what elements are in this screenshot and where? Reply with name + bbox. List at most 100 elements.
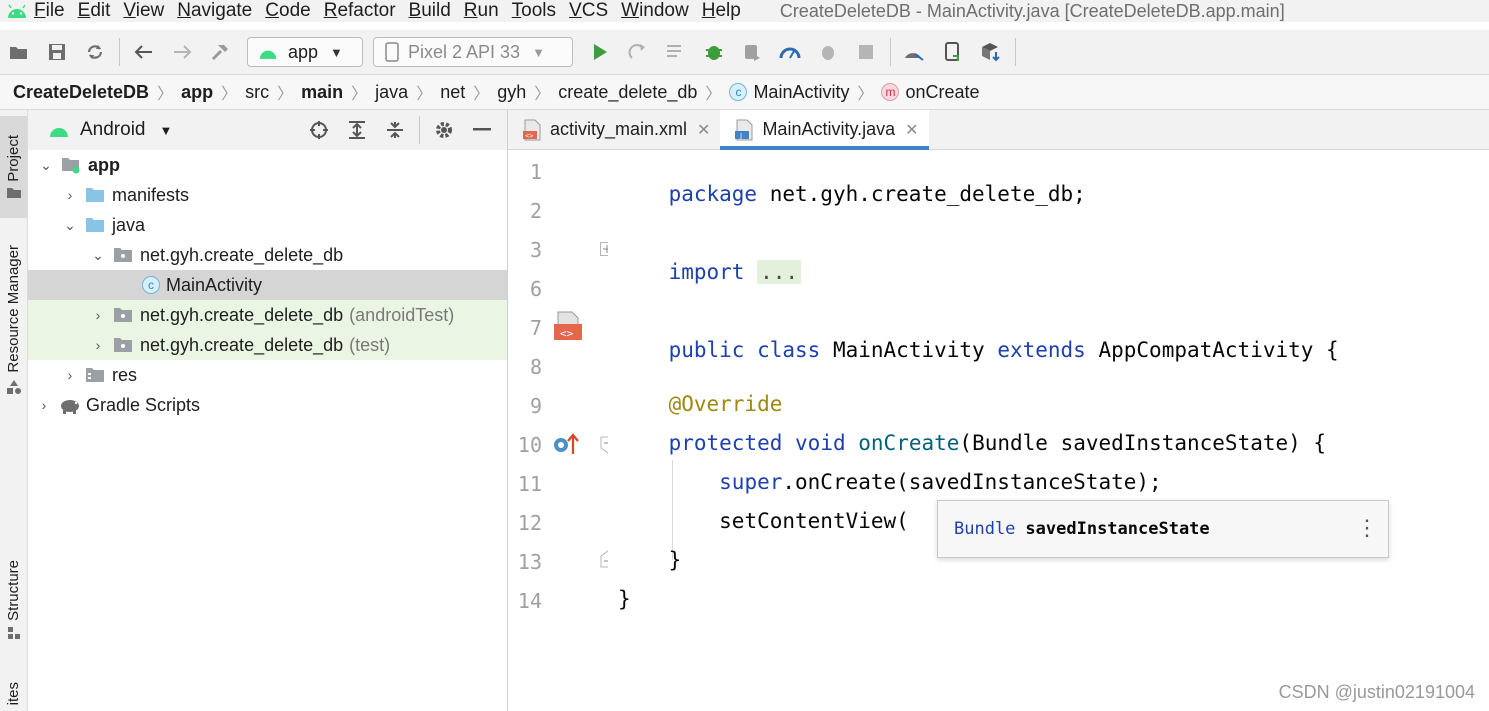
menu-refactor[interactable]: Refactor — [324, 0, 396, 22]
device-combo[interactable]: Pixel 2 API 33 ▼ — [373, 37, 573, 67]
line-number: 13 — [517, 550, 542, 574]
locate-target-icon[interactable] — [300, 115, 338, 145]
stop-icon[interactable] — [847, 37, 885, 67]
folded-imports[interactable]: ... — [757, 260, 802, 284]
chevron-right-icon[interactable]: › — [60, 367, 80, 383]
back-arrow-icon[interactable] — [125, 37, 163, 67]
layout-xml-gutter-icon[interactable]: <> — [552, 310, 584, 347]
chevron-down-icon[interactable]: ⌄ — [60, 217, 80, 234]
close-icon[interactable]: ✕ — [905, 120, 918, 140]
tree-item-package[interactable]: ⌄ net.gyh.create_delete_db — [28, 240, 507, 270]
structure-icon — [7, 627, 20, 640]
minimize-icon[interactable] — [463, 115, 501, 145]
sdk-manager-icon[interactable] — [934, 37, 972, 67]
code-editor[interactable]: package net.gyh.create_delete_db; import… — [608, 150, 1489, 711]
chevron-right-icon[interactable]: › — [34, 397, 54, 413]
apply-code-changes-icon[interactable] — [657, 37, 695, 67]
tree-item-java[interactable]: ⌄ java — [28, 210, 507, 240]
breadcrumb-package[interactable]: create_delete_db — [558, 82, 697, 103]
run-config-combo[interactable]: app ▼ — [247, 37, 363, 67]
menu-edit[interactable]: Edit — [78, 0, 111, 22]
menu-run[interactable]: Run — [464, 0, 499, 22]
breadcrumb-main[interactable]: main — [301, 82, 343, 103]
watermark: CSDN @justin02191004 — [1278, 682, 1475, 702]
run-play-icon[interactable] — [581, 37, 619, 67]
breadcrumb-module[interactable]: app — [181, 82, 213, 103]
gear-icon[interactable] — [425, 115, 463, 145]
menu-file[interactable]: File — [34, 0, 65, 22]
tree-item-app[interactable]: ⌄ app — [28, 150, 507, 180]
structure-tool-tab[interactable]: Structure — [0, 548, 27, 652]
attach-debugger-icon[interactable] — [733, 37, 771, 67]
chevron-right-icon[interactable]: › — [88, 337, 108, 353]
line-number: 6 — [529, 277, 542, 301]
breadcrumb-net[interactable]: net — [440, 82, 465, 103]
folder-icon — [6, 188, 21, 199]
tree-item-package-androidtest[interactable]: › net.gyh.create_delete_db (androidTest) — [28, 300, 507, 330]
debug-bug-icon[interactable] — [695, 37, 733, 67]
method-icon: m — [881, 83, 900, 101]
resource-manager-tool-tab[interactable]: Resource Manager — [0, 232, 27, 408]
breadcrumb-method[interactable]: m onCreate — [881, 81, 980, 103]
project-tool-tab[interactable]: Project — [0, 116, 27, 218]
menu-tools[interactable]: Tools — [512, 0, 556, 22]
expand-all-icon[interactable] — [338, 115, 376, 145]
android-icon — [259, 50, 277, 59]
chevron-down-icon[interactable]: ⌄ — [36, 157, 56, 174]
tree-item-label: manifests — [112, 184, 190, 205]
window-title: CreateDeleteDB - MainActivity.java [Crea… — [779, 0, 1285, 21]
editor-gutter: 1 2 3 6 7 8 9 10 11 12 13 14 <> — [508, 150, 616, 711]
tab-activity-main-xml[interactable]: <> activity_main.xml ✕ — [508, 110, 720, 149]
breadcrumb-project[interactable]: CreateDeleteDB — [13, 82, 149, 103]
line-number: 10 — [517, 433, 542, 457]
line-number: 9 — [529, 394, 542, 418]
breadcrumb-gyh[interactable]: gyh — [497, 82, 526, 103]
favorites-tool-tab[interactable]: ites — [0, 676, 27, 711]
device-manager-icon[interactable] — [896, 37, 934, 67]
chevron-down-icon[interactable]: ⌄ — [88, 247, 108, 264]
menu-help[interactable]: Help — [702, 0, 741, 22]
override-method-gutter-icon[interactable] — [552, 432, 580, 461]
menu-vcs[interactable]: VCS — [569, 0, 608, 22]
layout-inspector-icon[interactable] — [809, 37, 847, 67]
menu-build[interactable]: Build — [409, 0, 451, 22]
package-download-icon[interactable] — [972, 37, 1010, 67]
sync-icon[interactable] — [76, 37, 114, 67]
breadcrumb-java[interactable]: java — [375, 82, 408, 103]
apply-changes-icon[interactable] — [619, 37, 657, 67]
line-number: 14 — [517, 589, 542, 613]
menu-code[interactable]: Code — [265, 0, 310, 22]
collapse-all-icon[interactable] — [376, 115, 414, 145]
close-icon[interactable]: ✕ — [697, 120, 710, 140]
profiler-icon[interactable] — [771, 37, 809, 67]
tree-item-label: app — [88, 154, 121, 175]
tree-item-gradle-scripts[interactable]: › Gradle Scripts — [28, 390, 507, 420]
toolbar-separator — [1015, 38, 1016, 66]
code-line-12: setContentView( — [719, 509, 909, 533]
tree-item-mainactivity[interactable]: c MainActivity — [28, 270, 507, 300]
menu-window[interactable]: Window — [621, 0, 689, 22]
menu-navigate[interactable]: Navigate — [177, 0, 252, 22]
tab-label: MainActivity.java — [762, 119, 896, 139]
tree-item-package-test[interactable]: › net.gyh.create_delete_db (test) — [28, 330, 507, 360]
menu-bar: File Edit View Navigate Code Refactor Bu… — [0, 0, 1489, 22]
breadcrumb-src[interactable]: src — [245, 82, 269, 103]
chevron-down-icon[interactable]: ▼ — [160, 123, 173, 138]
forward-arrow-icon[interactable] — [163, 37, 201, 67]
line-number: 11 — [517, 472, 542, 496]
tree-item-res[interactable]: › res — [28, 360, 507, 390]
folder-icon — [84, 185, 106, 205]
project-view-selector[interactable]: Android — [80, 119, 146, 141]
package-icon — [112, 245, 134, 265]
breadcrumb-class[interactable]: c MainActivity — [729, 82, 849, 103]
more-options-icon[interactable]: ⋮ — [1356, 515, 1378, 541]
chevron-right-icon[interactable]: › — [88, 307, 108, 323]
tree-item-manifests[interactable]: › manifests — [28, 180, 507, 210]
breadcrumb-method-label: onCreate — [905, 81, 980, 102]
open-folder-icon[interactable] — [0, 37, 38, 67]
chevron-right-icon[interactable]: › — [60, 187, 80, 203]
hammer-build-icon[interactable] — [201, 37, 239, 67]
save-icon[interactable] — [38, 37, 76, 67]
menu-view[interactable]: View — [123, 0, 164, 22]
tab-mainactivity-java[interactable]: J MainActivity.java ✕ — [720, 110, 929, 150]
